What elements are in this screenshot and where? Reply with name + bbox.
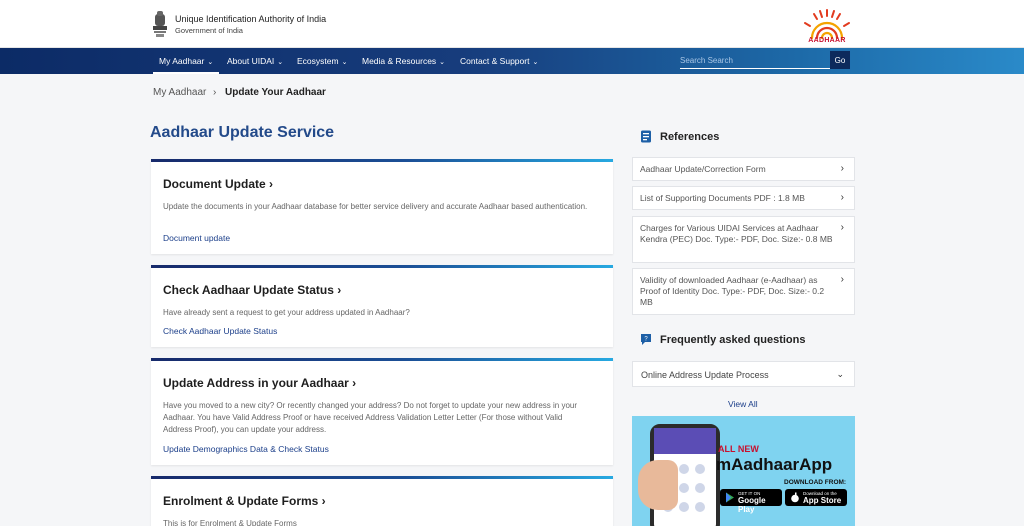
nav-label: About UIDAI <box>227 56 275 66</box>
nav-media-resources[interactable]: Media & Resources ⌄ <box>362 48 445 74</box>
chevron-right-icon: › <box>840 192 844 203</box>
nav-contact-support[interactable]: Contact & Support ⌄ <box>460 48 538 74</box>
reference-item[interactable]: Validity of downloaded Aadhaar (e-Aadhaa… <box>632 268 855 315</box>
aadhaar-logo-text: AADHAAR <box>808 37 846 44</box>
card-title[interactable]: Check Aadhaar Update Status › <box>163 283 341 297</box>
card-link[interactable]: Update Demographics Data & Check Status <box>163 444 329 454</box>
chevron-down-icon: ⌄ <box>439 59 446 66</box>
phone-screen-header <box>654 428 716 454</box>
main-nav: My Aadhaar ⌄ About UIDAI ⌄ Ecosystem ⌄ Medi… <box>0 48 1024 74</box>
chevron-right-icon: › <box>840 163 844 174</box>
google-play-button[interactable]: GET IT ON Google Play <box>720 489 782 514</box>
document-icon <box>641 130 651 143</box>
card-title[interactable]: Update Address in your Aadhaar › <box>163 376 356 390</box>
chevron-down-icon: ⌄ <box>836 369 844 379</box>
nav-my-aadhaar[interactable]: My Aadhaar ⌄ <box>153 48 220 74</box>
go-button[interactable]: Go <box>830 51 850 69</box>
service-card-document-update: Document Update › Update the documents i… <box>151 159 613 254</box>
chevron-down-icon: ⌄ <box>207 59 214 66</box>
chevron-right-icon: › <box>840 274 844 285</box>
service-card-update-address: Update Address in your Aadhaar › Have yo… <box>151 358 613 465</box>
service-card-enrolment-forms: Enrolment & Update Forms › This is for E… <box>151 476 613 526</box>
emblem-icon <box>153 11 167 37</box>
service-card-check-status: Check Aadhaar Update Status › Have alrea… <box>151 265 613 347</box>
chevron-right-icon: › <box>840 222 844 233</box>
card-title[interactable]: Enrolment & Update Forms › <box>163 494 326 508</box>
app-store-button[interactable]: Download on the App Store <box>785 489 847 506</box>
references-heading: References <box>660 131 720 143</box>
google-play-icon <box>726 492 734 503</box>
page-title: Aadhaar Update Service <box>150 124 335 141</box>
nav-label: Ecosystem <box>297 56 339 66</box>
nav-label: Contact & Support <box>460 56 530 66</box>
card-title[interactable]: Document Update › <box>163 177 273 191</box>
nav-label: Media & Resources <box>362 56 437 66</box>
card-accent-bar <box>151 476 613 479</box>
faq-label: Online Address Update Process <box>641 370 769 380</box>
chevron-down-icon: ⌄ <box>532 59 539 66</box>
org-subtitle: Government of India <box>175 26 243 35</box>
breadcrumb-separator: › <box>213 87 217 98</box>
card-description: Have you moved to a new city? Or recentl… <box>163 401 578 434</box>
reference-item[interactable]: List of Supporting Documents PDF : 1.8 M… <box>632 186 855 210</box>
chevron-down-icon: ⌄ <box>277 59 284 66</box>
reference-label: List of Supporting Documents PDF : 1.8 M… <box>640 193 805 203</box>
nav-label: My Aadhaar <box>159 56 205 66</box>
nav-ecosystem[interactable]: Ecosystem ⌄ <box>297 48 347 74</box>
card-description: Have already sent a request to get your … <box>163 308 410 317</box>
breadcrumb-current: Update Your Aadhaar <box>225 87 326 98</box>
faq-heading: Frequently asked questions <box>660 334 806 346</box>
app-store-big: App Store <box>803 496 842 505</box>
card-accent-bar <box>151 358 613 361</box>
reference-label: Validity of downloaded Aadhaar (e-Aadhaa… <box>640 275 825 307</box>
reference-label: Charges for Various UIDAI Services at Aa… <box>640 223 833 244</box>
banner-app-name: mAadhaarApp <box>716 455 833 474</box>
breadcrumb-home[interactable]: My Aadhaar <box>153 87 206 98</box>
card-accent-bar <box>151 265 613 268</box>
banner-new-label: ALL NEW <box>718 444 759 454</box>
google-play-big: Google Play <box>738 496 766 514</box>
card-description: Update the documents in your Aadhaar dat… <box>163 202 588 211</box>
reference-item[interactable]: Charges for Various UIDAI Services at Aa… <box>632 216 855 263</box>
chat-icon: ? <box>641 334 651 345</box>
maadhaar-app-banner[interactable]: ALL NEW mAadhaarApp DOWNLOAD FROM: GET I… <box>632 416 855 526</box>
banner-download-label: DOWNLOAD FROM: <box>784 479 847 486</box>
search-input[interactable] <box>680 52 830 69</box>
site-header: Unique Identification Authority of India… <box>0 0 1024 48</box>
reference-item[interactable]: Aadhaar Update/Correction Form › <box>632 157 855 181</box>
card-link[interactable]: Document update <box>163 233 230 243</box>
faq-item[interactable]: Online Address Update Process ⌄ <box>632 361 855 387</box>
card-link[interactable]: Check Aadhaar Update Status <box>163 326 277 336</box>
apple-icon <box>791 492 799 503</box>
hand-illustration <box>638 460 678 510</box>
nav-about-uidai[interactable]: About UIDAI ⌄ <box>227 48 283 74</box>
view-all-link[interactable]: View All <box>728 399 758 409</box>
reference-label: Aadhaar Update/Correction Form <box>640 164 766 174</box>
card-accent-bar <box>151 159 613 162</box>
chevron-down-icon: ⌄ <box>341 59 348 66</box>
org-title: Unique Identification Authority of India <box>175 14 327 24</box>
card-description: This is for Enrolment & Update Forms <box>163 519 297 526</box>
